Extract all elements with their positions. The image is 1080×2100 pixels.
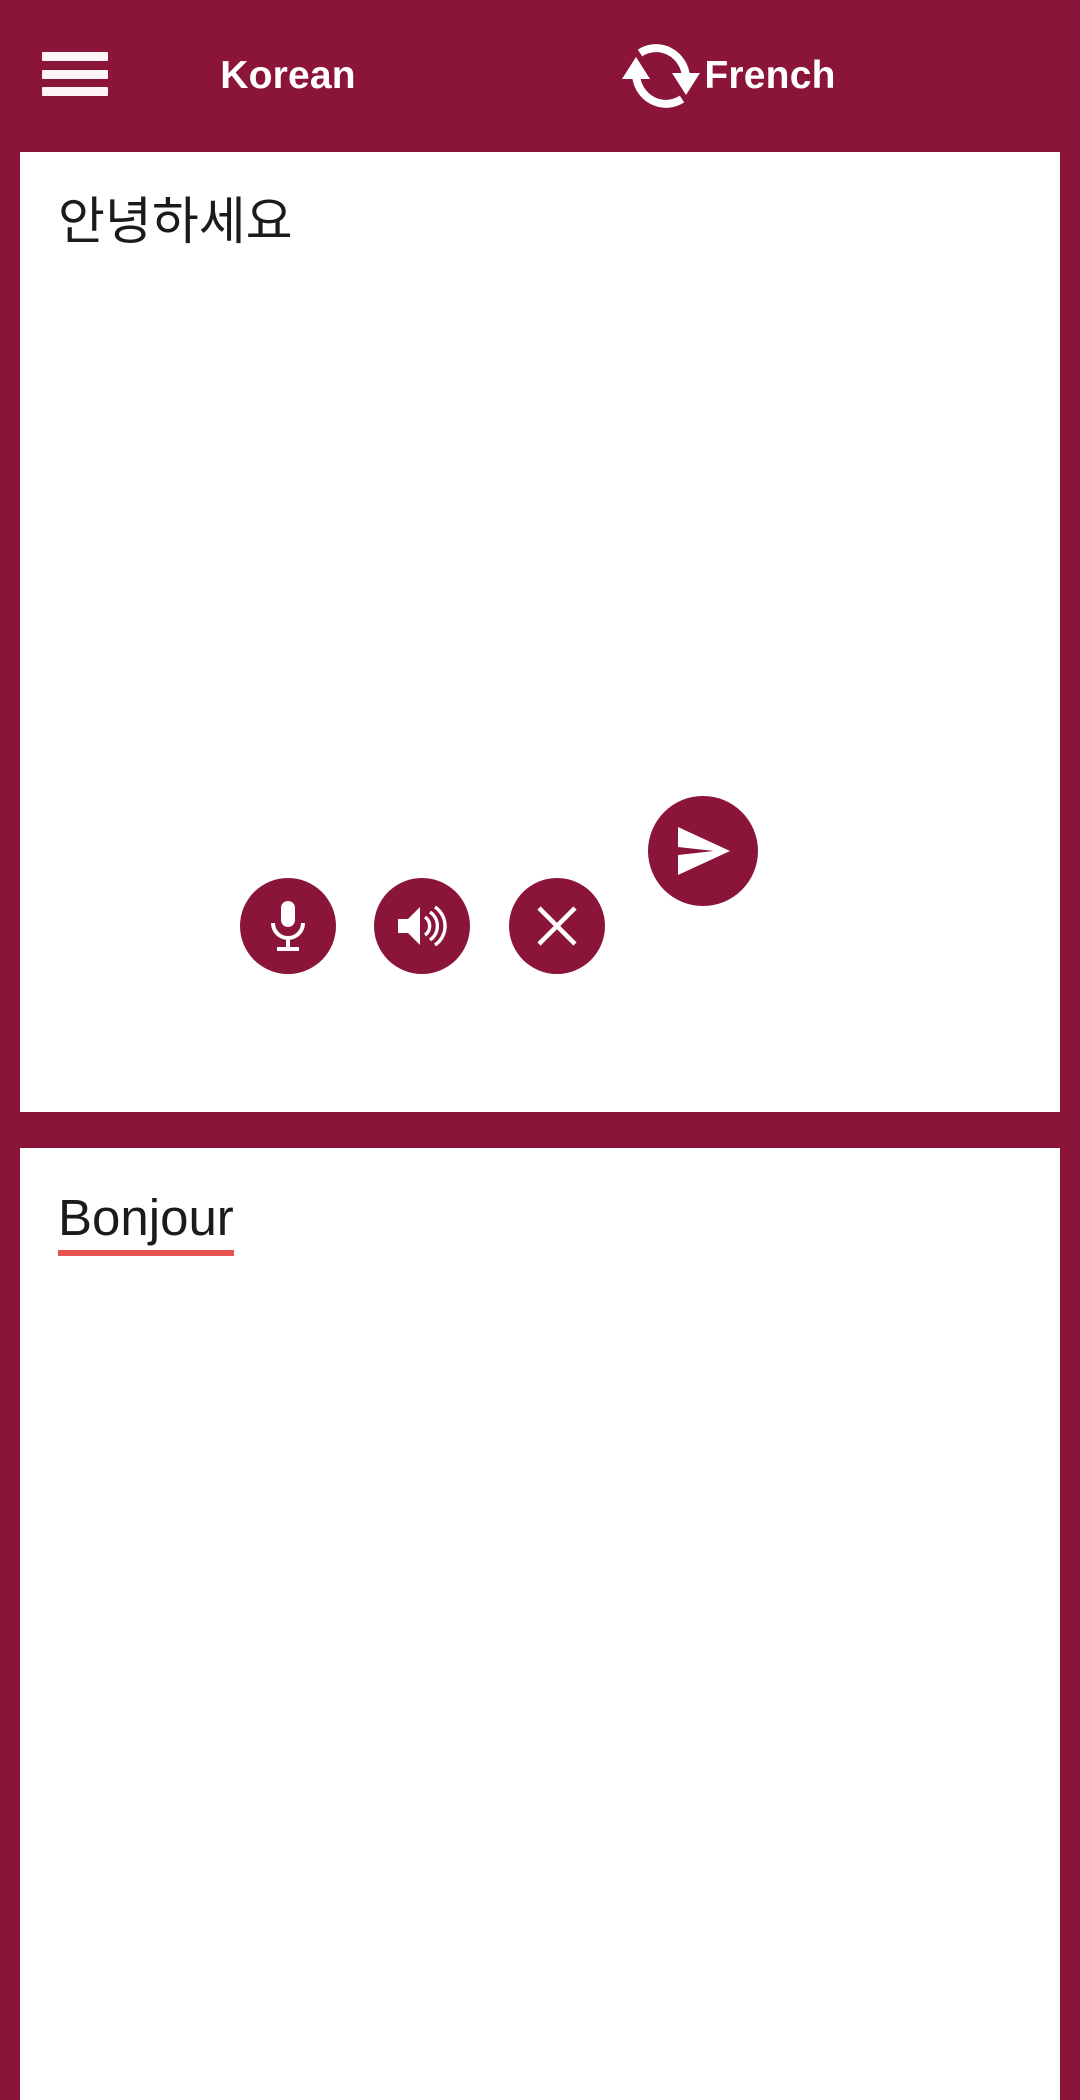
listen-button[interactable] [374,878,470,974]
menu-bar-2 [42,69,108,79]
source-text-input[interactable]: 안녕하세요 [58,190,1020,254]
send-button[interactable] [648,796,758,906]
source-language-selector[interactable]: Korean [160,0,416,152]
hamburger-menu-icon[interactable] [42,46,108,102]
send-icon [678,827,730,875]
translator-app: Korean French 안녕하세요 Bonjour [0,0,1080,2100]
target-language-selector[interactable]: French [530,0,1010,152]
menu-bar-1 [42,52,108,61]
microphone-button[interactable] [240,878,336,974]
translated-text-value: Bonjour [58,1189,234,1256]
target-text-panel: Bonjour [20,1148,1060,2100]
close-icon [537,906,577,946]
translated-text: Bonjour [58,1186,1020,1256]
source-text-panel: 안녕하세요 [20,152,1060,1112]
microphone-icon [271,901,305,951]
menu-bar-3 [42,87,108,96]
speaker-icon [398,905,447,947]
app-header: Korean French [0,0,1080,152]
clear-button[interactable] [509,878,605,974]
